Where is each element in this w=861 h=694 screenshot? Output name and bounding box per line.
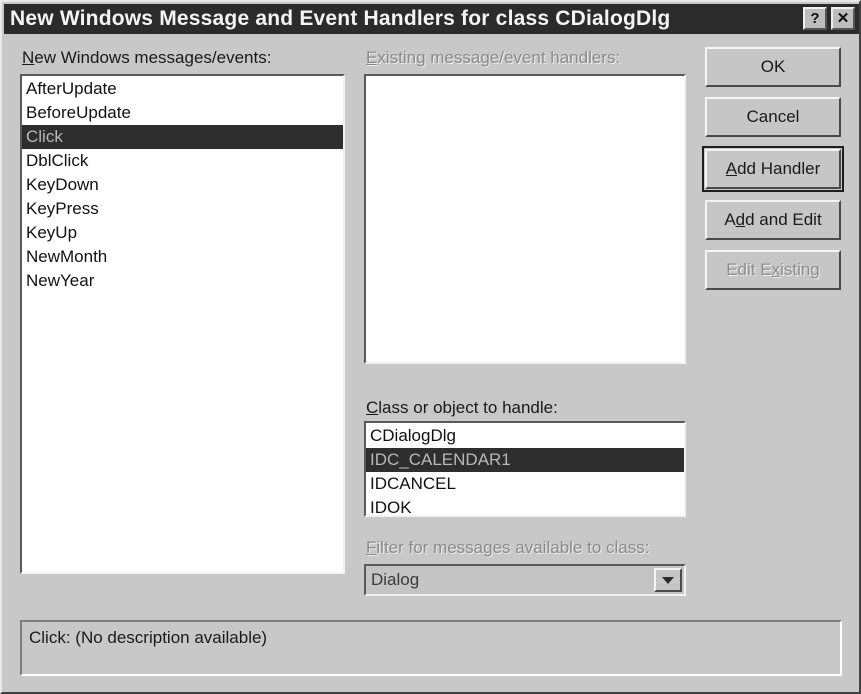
add-handler-button[interactable]: Add Handler xyxy=(702,146,844,192)
class-item[interactable]: IDCANCEL xyxy=(366,472,684,496)
button-label: d and Edit xyxy=(745,210,822,229)
message-item-label: AfterUpdate xyxy=(26,79,117,98)
handlers-list-label: Existing message/event handlers: xyxy=(366,48,620,68)
button-label: Cancel xyxy=(746,107,800,126)
messages-label-text: ew Windows messages/events: xyxy=(34,48,272,67)
edit-existing-button[interactable]: Edit Ex isting xyxy=(705,250,841,290)
class-item-label: CDialogDlg xyxy=(370,426,456,445)
message-item[interactable]: KeyDown xyxy=(22,173,343,197)
message-item-label: NewYear xyxy=(26,271,95,290)
button-label: isting xyxy=(780,260,820,279)
messages-listbox[interactable]: AfterUpdate BeforeUpdate Click DblClick KeyD… xyxy=(20,74,345,574)
message-item-label: Click xyxy=(26,127,63,146)
cancel-button[interactable]: Cancel xyxy=(705,97,841,137)
ok-button[interactable]: OK xyxy=(705,47,841,87)
class-listbox[interactable]: CDialogDlg IDC_CALENDAR1 IDCANCEL IDOK xyxy=(364,421,686,517)
filter-combo-label: Filter for messages available to class: xyxy=(366,538,649,558)
message-item[interactable]: NewMonth xyxy=(22,245,343,269)
status-text: Click: (No description available) xyxy=(29,628,268,647)
message-item-label: KeyUp xyxy=(26,223,78,242)
status-panel: Click: (No description available) xyxy=(20,620,842,676)
chevron-down-icon[interactable] xyxy=(654,568,682,592)
chevron-down-glyph xyxy=(662,576,674,584)
filter-combo-box[interactable]: Dialog xyxy=(364,564,686,596)
class-label-accelerator: C xyxy=(366,398,379,417)
message-item-label: KeyDown xyxy=(26,175,99,194)
button-label: dd Handler xyxy=(737,159,821,178)
message-item[interactable]: NewYear xyxy=(22,269,343,293)
help-icon[interactable]: ? xyxy=(803,7,827,30)
messages-label-accelerator: N xyxy=(22,48,35,67)
message-item-label: BeforeUpdate xyxy=(26,103,131,122)
filter-label-text: ilter for messages available to class: xyxy=(376,538,650,557)
close-icon[interactable]: ✕ xyxy=(831,7,855,30)
class-item-label: IDCANCEL xyxy=(370,474,456,493)
class-item[interactable]: IDOK xyxy=(366,496,684,517)
messages-list-label: New Windows messages/events: xyxy=(22,48,271,68)
message-item-label: NewMonth xyxy=(26,247,108,266)
message-item[interactable]: KeyPress xyxy=(22,197,343,221)
class-item[interactable]: IDC_CALENDAR1 xyxy=(366,448,684,472)
button-accelerator: d xyxy=(735,210,746,229)
message-item-label: KeyPress xyxy=(26,199,99,218)
message-item[interactable]: KeyUp xyxy=(22,221,343,245)
message-item[interactable]: Click xyxy=(22,125,343,149)
handlers-listbox[interactable] xyxy=(364,74,686,364)
window-title: New Windows Message and Event Handlers f… xyxy=(10,7,671,30)
class-item-label: IDOK xyxy=(370,498,412,517)
dialog-window: New Windows Message and Event Handlers f… xyxy=(0,0,861,694)
title-bar[interactable]: New Windows Message and Event Handlers f… xyxy=(4,4,859,34)
class-item-label: IDC_CALENDAR1 xyxy=(370,450,511,469)
class-item[interactable]: CDialogDlg xyxy=(366,424,684,448)
button-label-prefix: Edit E xyxy=(726,260,772,279)
filter-label-accelerator: F xyxy=(366,538,377,557)
button-accelerator: x xyxy=(771,260,781,279)
filter-combo-value: Dialog xyxy=(371,570,420,589)
message-item-label: DblClick xyxy=(26,151,89,170)
message-item[interactable]: BeforeUpdate xyxy=(22,101,343,125)
handlers-label-accelerator: E xyxy=(366,48,378,67)
button-accelerator: A xyxy=(725,159,738,178)
handlers-label-text: xisting message/event handlers: xyxy=(377,48,621,67)
title-bar-buttons: ? ✕ xyxy=(803,7,855,30)
button-label-prefix: A xyxy=(724,210,736,229)
class-list-label: Class or object to handle: xyxy=(366,398,558,418)
message-item[interactable]: AfterUpdate xyxy=(22,77,343,101)
button-label: OK xyxy=(760,57,786,76)
add-and-edit-button[interactable]: Add and Edit xyxy=(705,200,841,240)
class-label-text: lass or object to handle: xyxy=(378,398,558,417)
message-item[interactable]: DblClick xyxy=(22,149,343,173)
